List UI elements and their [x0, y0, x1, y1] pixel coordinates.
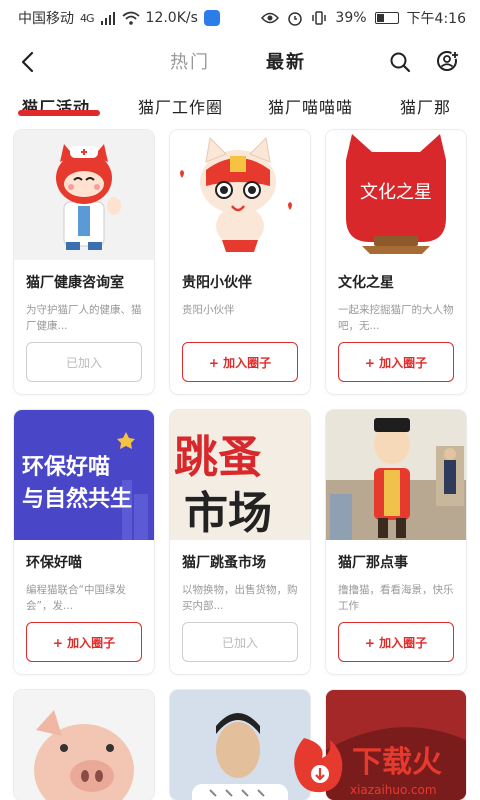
battery-percent: 39% — [335, 10, 367, 26]
circle-card[interactable]: 文化之星 编程猫 CODEMAO 文化之星 一起来挖掘猫厂的大人物吧，无... … — [326, 130, 466, 394]
watermark-text: 下载火 — [352, 745, 442, 780]
office-photo-image — [326, 410, 466, 540]
card-title: 环保好喵 — [26, 555, 82, 571]
circle-card[interactable]: 环保好喵 与自然共生 环保好喵 编程猫联合“中国绿发会”，发... + 加入圈子 — [14, 410, 154, 674]
circle-card[interactable] — [14, 690, 154, 800]
brand-logo-text: 编程猫 — [386, 135, 407, 144]
join-circle-button[interactable]: + 加入圈子 — [182, 342, 298, 382]
joined-button[interactable]: 已加入 — [182, 622, 298, 662]
culture-star-image: 文化之星 编程猫 CODEMAO — [346, 134, 446, 254]
cat-mascot-image — [180, 136, 292, 252]
joined-button[interactable]: 已加入 — [26, 342, 142, 382]
flea-market-line1: 跳蚤 — [174, 432, 262, 483]
circle-card[interactable]: 猫厂健康咨询室 为守护猫厂人的健康、猫厂健康... 已加入 — [14, 130, 154, 394]
add-group-icon — [437, 51, 459, 71]
card-title: 猫厂健康咨询室 — [26, 275, 124, 291]
brand-logo-subtext: CODEMAO — [386, 145, 407, 150]
circle-card[interactable]: 贵阳小伙伴 贵阳小伙伴 + 加入圈子 — [170, 130, 310, 394]
card-description: 以物换物，出售货物，购买内部... — [182, 584, 298, 612]
download-site-watermark: 下载火 xiazaihuo.com — [282, 730, 480, 800]
circle-card[interactable]: 猫厂那点事 撸撸猫，看看海景，快乐工作 + 加入圈子 — [326, 410, 466, 674]
eco-banner-image: 环保好喵 与自然共生 — [22, 432, 148, 540]
flea-market-line2: 市场 — [184, 488, 272, 539]
card-title: 猫厂跳蚤市场 — [182, 555, 266, 571]
piglet-image — [34, 710, 134, 800]
status-bar: 中国移动 4G 12.0K/s 39% 下午4:16 — [0, 0, 480, 36]
join-circle-button[interactable]: + 加入圈子 — [338, 342, 454, 382]
card-thumbnail — [14, 690, 154, 800]
alarm-icon — [288, 12, 303, 26]
join-circle-button[interactable]: + 加入圈子 — [26, 622, 142, 662]
battery-icon — [374, 12, 399, 24]
card-title: 贵阳小伙伴 — [182, 275, 252, 291]
app-notification-icon — [203, 10, 220, 26]
active-tab-indicator — [18, 110, 100, 116]
category-tab-meow[interactable]: 猫厂喵喵喵 — [268, 94, 353, 118]
card-description: 撸撸猫，看看海景，快乐工作 — [338, 584, 454, 612]
card-description: 贵阳小伙伴 — [182, 304, 235, 316]
eye-icon — [261, 12, 280, 24]
card-description: 一起来挖掘猫厂的大人物吧，无... — [338, 304, 454, 332]
card-title: 文化之星 — [338, 275, 394, 291]
eco-banner-line2: 与自然共生 — [22, 486, 132, 512]
culture-star-title: 文化之星 — [360, 182, 432, 203]
join-circle-button[interactable]: + 加入圈子 — [338, 622, 454, 662]
card-thumbnail: 环保好喵 与自然共生 — [14, 410, 154, 540]
flea-market-image: 跳蚤 市场 — [174, 432, 272, 539]
network-type: 4G — [80, 11, 94, 25]
search-icon — [390, 52, 411, 73]
card-thumbnail — [170, 130, 310, 260]
tab-new[interactable]: 最新 — [266, 48, 306, 74]
network-speed: 12.0K/s — [145, 10, 198, 26]
card-thumbnail: 文化之星 编程猫 CODEMAO — [326, 130, 466, 260]
card-thumbnail — [326, 410, 466, 540]
category-tabs: 猫厂活动 猫厂工作圈 猫厂喵喵喵 猫厂那 — [0, 90, 480, 122]
eco-banner-line1: 环保好喵 — [22, 454, 110, 480]
vibrate-icon — [312, 11, 327, 25]
category-tab-stories[interactable]: 猫厂那 — [400, 94, 451, 118]
tab-hot[interactable]: 热门 — [170, 48, 210, 74]
carrier-label: 中国移动 — [18, 11, 74, 27]
card-thumbnail — [14, 130, 154, 260]
wifi-icon — [121, 11, 140, 25]
card-title: 猫厂那点事 — [338, 555, 408, 571]
top-nav: 热门 最新 — [0, 40, 480, 84]
signal-icon — [100, 12, 115, 25]
clock: 下午4:16 — [406, 11, 466, 27]
card-description: 为守护猫厂人的健康、猫厂健康... — [26, 304, 142, 332]
watermark-url: xiazaihuo.com — [350, 783, 437, 797]
back-arrow-icon — [21, 51, 34, 73]
doctor-cat-image — [56, 144, 121, 250]
back-button[interactable] — [10, 44, 46, 80]
circle-card[interactable]: 跳蚤 市场 猫厂跳蚤市场 以物换物，出售货物，购买内部... 已加入 — [170, 410, 310, 674]
category-tab-work-circle[interactable]: 猫厂工作圈 — [138, 94, 223, 118]
add-group-button[interactable] — [432, 46, 464, 78]
card-description: 编程猫联合“中国绿发会”，发... — [26, 584, 126, 612]
card-thumbnail: 跳蚤 市场 — [170, 410, 310, 540]
search-button[interactable] — [384, 46, 416, 78]
flame-logo-icon — [294, 738, 343, 793]
